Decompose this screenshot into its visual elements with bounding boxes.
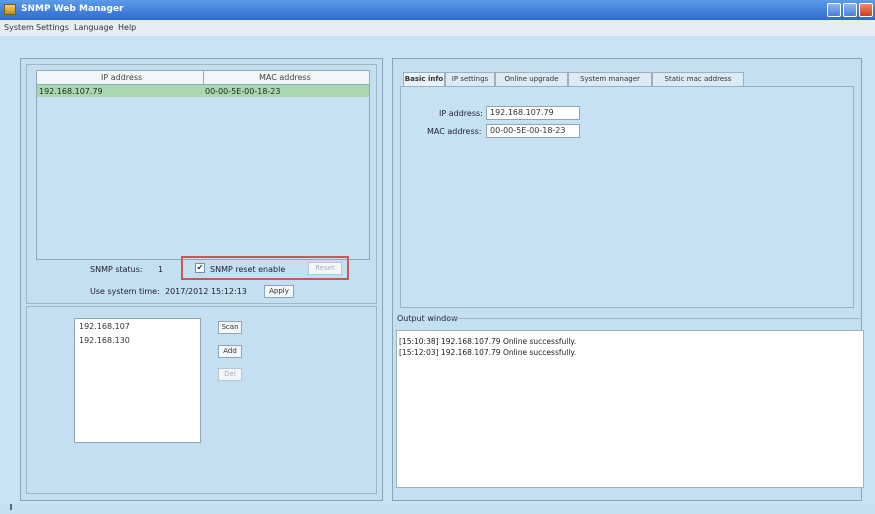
column-header-ip[interactable]: IP address <box>101 73 142 82</box>
status-bar <box>0 504 875 514</box>
output-line: [15:12:03] 192.168.107.79 Online success… <box>399 348 577 357</box>
minimize-icon[interactable] <box>827 3 841 17</box>
tab-system-manager[interactable]: System manager <box>568 72 652 87</box>
output-window[interactable]: [15:10:38] 192.168.107.79 Online success… <box>396 330 864 488</box>
row-ip-cell: 192.168.107.79 <box>39 87 103 96</box>
ip-range-list[interactable]: 192.168.107 192.168.130 <box>74 318 201 443</box>
output-line: [15:10:38] 192.168.107.79 Online success… <box>399 337 577 346</box>
list-item[interactable]: 192.168.130 <box>79 336 130 345</box>
tab-online-upgrade[interactable]: Online upgrade <box>495 72 568 87</box>
mac-address-label: MAC address: <box>427 127 482 136</box>
menu-language[interactable]: Language <box>74 23 113 32</box>
basic-info-panel <box>400 86 854 308</box>
tab-basic-info[interactable]: Basic info <box>403 72 445 87</box>
list-item[interactable]: 192.168.107 <box>79 322 130 331</box>
title-bar: SNMP Web Manager <box>0 0 875 20</box>
menu-help[interactable]: Help <box>118 23 136 32</box>
snmp-reset-enable-checkbox[interactable]: ✔ <box>195 263 205 273</box>
separator <box>30 303 370 304</box>
apply-button[interactable]: Apply <box>264 285 294 298</box>
table-row[interactable]: 192.168.107.79 00-00-5E-00-18-23 <box>37 85 369 97</box>
output-separator <box>448 318 862 319</box>
close-icon[interactable] <box>859 3 873 17</box>
ip-address-label: IP address: <box>439 109 483 118</box>
ip-address-field[interactable]: 192.168.107.79 <box>486 106 580 120</box>
snmp-reset-enable-label: SNMP reset enable <box>210 265 286 274</box>
window-title: SNMP Web Manager <box>21 4 124 14</box>
tab-static-mac-address[interactable]: Static mac address <box>652 72 744 87</box>
table-header: IP address MAC address <box>37 71 369 85</box>
device-table: IP address MAC address 192.168.107.79 00… <box>36 70 370 260</box>
del-button[interactable]: Del <box>218 368 242 381</box>
column-header-mac[interactable]: MAC address <box>259 73 311 82</box>
menu-settings[interactable]: Settings <box>36 23 69 32</box>
snmp-status-label: SNMP status: <box>90 265 143 274</box>
add-button[interactable]: Add <box>218 345 242 358</box>
system-time-value: 2017/2012 15:12:13 <box>165 287 247 296</box>
app-icon <box>4 4 16 15</box>
tab-ip-settings[interactable]: IP settings <box>445 72 495 87</box>
scan-button[interactable]: Scan <box>218 321 242 334</box>
maximize-icon[interactable] <box>843 3 857 17</box>
menu-bar: System Settings Language Help <box>0 20 875 36</box>
system-time-label: Use system time: <box>90 287 160 296</box>
menu-system[interactable]: System <box>4 23 34 32</box>
row-mac-cell: 00-00-5E-00-18-23 <box>205 87 281 96</box>
mac-address-field[interactable]: 00-00-5E-00-18-23 <box>486 124 580 138</box>
column-divider <box>203 71 204 85</box>
reset-button[interactable]: Reset <box>308 262 342 275</box>
status-indicator <box>10 504 12 510</box>
snmp-status-value: 1 <box>158 265 164 274</box>
